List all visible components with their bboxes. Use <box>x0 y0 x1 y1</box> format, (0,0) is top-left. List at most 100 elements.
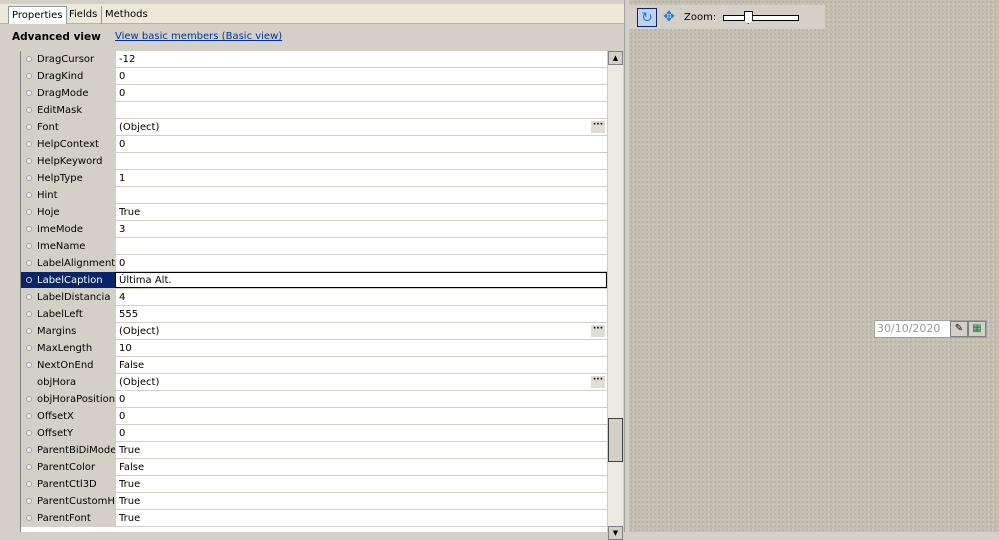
property-value[interactable] <box>115 187 607 203</box>
property-name[interactable]: Margins <box>21 323 115 339</box>
property-row[interactable]: LabelAlignment 0 <box>21 255 607 272</box>
property-value[interactable]: True <box>115 493 607 509</box>
zoom-slider-knob[interactable] <box>743 11 753 24</box>
property-name[interactable]: DragMode <box>21 85 115 101</box>
property-value[interactable]: True <box>115 510 607 526</box>
property-value[interactable]: 0 <box>115 425 607 441</box>
property-row[interactable]: LabelCaption Última Alt. <box>21 272 607 289</box>
property-value[interactable]: 4 <box>115 289 607 305</box>
property-row[interactable]: HelpKeyword <box>21 153 607 170</box>
property-value[interactable]: 0 <box>115 255 607 271</box>
property-row[interactable]: Hint <box>21 187 607 204</box>
property-name[interactable]: ParentBiDiMode <box>21 442 115 458</box>
property-value[interactable]: 0 <box>115 136 607 152</box>
property-row[interactable]: ParentCtl3D True <box>21 476 607 493</box>
property-name[interactable]: Hoje <box>21 204 115 220</box>
property-name[interactable]: Font <box>21 119 115 135</box>
refresh-icon[interactable]: ↻ <box>637 8 657 27</box>
eraser-icon[interactable]: ✎ <box>950 321 968 337</box>
property-row[interactable]: ParentFont True <box>21 510 607 527</box>
property-name[interactable]: LabelCaption <box>21 272 115 288</box>
scroll-thumb[interactable] <box>608 418 623 462</box>
property-row[interactable]: objHoraPosition 0 <box>21 391 607 408</box>
property-row[interactable]: LabelDistancia 4 <box>21 289 607 306</box>
property-row[interactable]: ImeMode 3 <box>21 221 607 238</box>
property-row[interactable]: MaxLength 10 <box>21 340 607 357</box>
calendar-icon[interactable]: ▦ <box>968 321 986 337</box>
property-value[interactable]: 0 <box>115 408 607 424</box>
property-row[interactable]: objHora (Object) ··· <box>21 374 607 391</box>
property-name[interactable]: objHoraPosition <box>21 391 115 407</box>
property-name[interactable]: ImeMode <box>21 221 115 237</box>
property-value[interactable]: False <box>115 357 607 373</box>
property-name[interactable]: MaxLength <box>21 340 115 356</box>
property-value[interactable]: -12 <box>115 51 607 67</box>
property-value[interactable]: True <box>115 204 607 220</box>
property-value[interactable]: False <box>115 459 607 475</box>
property-row[interactable]: Font (Object) ··· <box>21 119 607 136</box>
property-row[interactable]: HelpContext 0 <box>21 136 607 153</box>
tab-fields[interactable]: Fields <box>66 6 100 24</box>
property-row[interactable]: ImeName <box>21 238 607 255</box>
tab-properties[interactable]: Properties <box>8 6 67 25</box>
property-row[interactable]: Hoje True <box>21 204 607 221</box>
property-name[interactable]: ParentColor <box>21 459 115 475</box>
property-name[interactable]: OffsetY <box>21 425 115 441</box>
property-value[interactable] <box>115 102 607 118</box>
property-name[interactable]: HelpKeyword <box>21 153 115 169</box>
property-name[interactable]: ImeName <box>21 238 115 254</box>
property-row[interactable]: LabelLeft 555 <box>21 306 607 323</box>
fit-to-screen-icon[interactable]: ✥ <box>659 8 679 27</box>
property-value[interactable]: 0 <box>115 391 607 407</box>
property-name[interactable]: NextOnEnd <box>21 357 115 373</box>
property-name[interactable]: ParentCustomHint <box>21 493 115 509</box>
property-row[interactable]: NextOnEnd False <box>21 357 607 374</box>
property-row[interactable]: ParentColor False <box>21 459 607 476</box>
property-value[interactable]: True <box>115 476 607 492</box>
property-name[interactable]: DragKind <box>21 68 115 84</box>
basic-view-link[interactable]: View basic members (Basic view) <box>115 31 282 42</box>
ellipsis-button[interactable]: ··· <box>591 121 605 133</box>
vertical-scrollbar[interactable]: ▲ ▼ <box>607 51 623 540</box>
property-name[interactable]: OffsetX <box>21 408 115 424</box>
property-value[interactable]: 0 <box>115 68 607 84</box>
property-value[interactable]: Última Alt. <box>115 272 607 288</box>
property-value[interactable] <box>115 153 607 169</box>
ellipsis-button[interactable]: ··· <box>591 325 605 337</box>
ellipsis-button[interactable]: ··· <box>591 376 605 388</box>
zoom-slider[interactable] <box>723 11 799 24</box>
property-name[interactable]: Hint <box>21 187 115 203</box>
property-name[interactable]: LabelLeft <box>21 306 115 322</box>
property-row[interactable]: DragKind 0 <box>21 68 607 85</box>
property-name[interactable]: ParentCtl3D <box>21 476 115 492</box>
property-value[interactable]: (Object) ··· <box>115 323 607 339</box>
property-row[interactable]: DragMode 0 <box>21 85 607 102</box>
property-name[interactable]: HelpContext <box>21 136 115 152</box>
property-name[interactable]: LabelAlignment <box>21 255 115 271</box>
property-value[interactable]: (Object) ··· <box>115 119 607 135</box>
property-value[interactable]: 555 <box>115 306 607 322</box>
property-row[interactable]: ParentCustomHint True <box>21 493 607 510</box>
property-name[interactable]: objHora <box>21 374 115 390</box>
property-row[interactable]: Margins (Object) ··· <box>21 323 607 340</box>
date-field[interactable]: 30/10/2020 ✎ ▦ <box>874 320 987 338</box>
property-value[interactable]: True <box>115 442 607 458</box>
tab-methods[interactable]: Methods <box>101 6 151 24</box>
property-name[interactable]: EditMask <box>21 102 115 118</box>
property-value[interactable]: 10 <box>115 340 607 356</box>
property-name[interactable]: DragCursor <box>21 51 115 67</box>
property-name[interactable]: LabelDistancia <box>21 289 115 305</box>
scroll-down-button[interactable]: ▼ <box>608 526 623 540</box>
property-row[interactable]: EditMask <box>21 102 607 119</box>
property-row[interactable]: ParentBiDiMode True <box>21 442 607 459</box>
property-value[interactable]: 3 <box>115 221 607 237</box>
scroll-up-button[interactable]: ▲ <box>608 51 623 65</box>
property-value[interactable] <box>115 238 607 254</box>
property-row[interactable]: HelpType 1 <box>21 170 607 187</box>
property-name[interactable]: ParentFont <box>21 510 115 526</box>
property-value[interactable]: 1 <box>115 170 607 186</box>
property-row[interactable]: DragCursor -12 <box>21 51 607 68</box>
property-row[interactable]: OffsetY 0 <box>21 425 607 442</box>
property-value[interactable]: (Object) ··· <box>115 374 607 390</box>
property-name[interactable]: HelpType <box>21 170 115 186</box>
